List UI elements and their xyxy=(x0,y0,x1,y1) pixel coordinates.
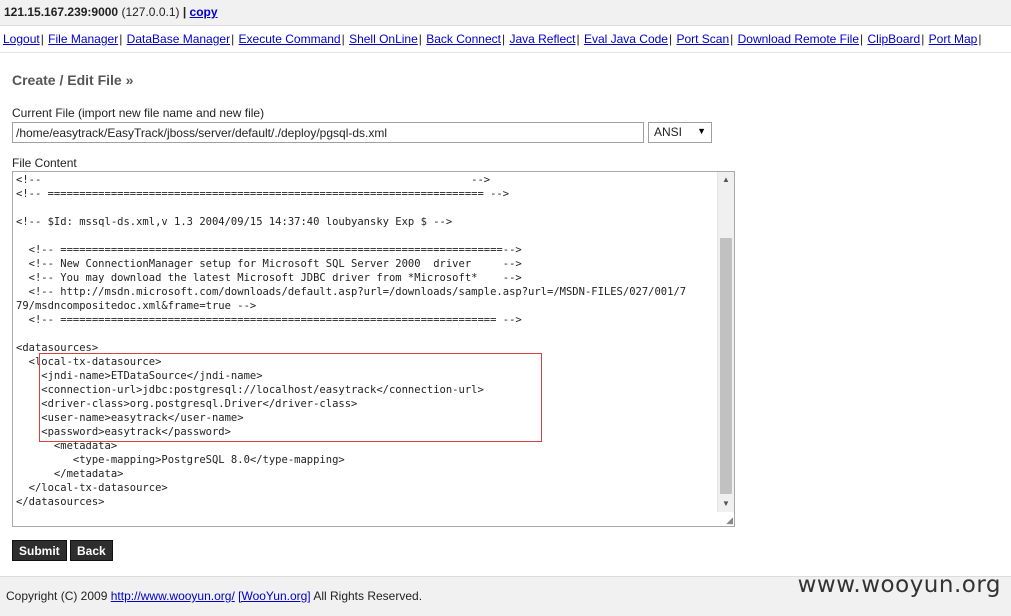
encoding-select[interactable]: ANSI ▼ xyxy=(648,122,712,143)
nav-separator: | xyxy=(341,32,345,46)
nav-java-reflect[interactable]: Java Reflect xyxy=(509,32,575,46)
nav-port-scan[interactable]: Port Scan xyxy=(676,32,729,46)
top-bar: 121.15.167.239:9000 (127.0.0.1) | copy xyxy=(0,0,1011,26)
footer-rights: All Rights Reserved. xyxy=(313,589,423,603)
page-title: Create / Edit File » xyxy=(12,72,134,88)
nav-separator: | xyxy=(978,32,982,46)
file-content-text[interactable]: <!-- --> <!-- ==========================… xyxy=(16,173,716,509)
footer-link-wooyun-org[interactable]: [WooYun.org] xyxy=(238,589,311,603)
nav-database-manager[interactable]: DataBase Manager xyxy=(127,32,230,46)
nav-execute-command[interactable]: Execute Command xyxy=(239,32,341,46)
watermark: www.wooyun.org xyxy=(797,572,1001,598)
footer-copyright: Copyright (C) 2009 xyxy=(6,589,108,603)
nav-separator: | xyxy=(730,32,734,46)
nav-shell-online[interactable]: Shell OnLine xyxy=(349,32,418,46)
copy-link[interactable]: copy xyxy=(190,5,218,19)
resize-grip-icon[interactable]: ◢ xyxy=(723,515,733,525)
scroll-thumb[interactable] xyxy=(720,238,732,494)
encoding-value: ANSI xyxy=(654,125,683,139)
nav-port-map[interactable]: Port Map xyxy=(929,32,978,46)
nav-separator: | xyxy=(668,32,673,46)
scroll-down-icon[interactable]: ▼ xyxy=(718,496,734,512)
dropdown-arrow-icon: ▼ xyxy=(697,126,706,136)
current-file-label: Current File (import new file name and n… xyxy=(12,106,265,120)
vertical-scrollbar[interactable]: ▲ ▼ xyxy=(717,172,734,512)
nav-clipboard[interactable]: ClipBoard xyxy=(867,32,920,46)
nav-separator: | xyxy=(860,32,864,46)
nav-separator: | xyxy=(576,32,580,46)
topbar-separator: | xyxy=(182,5,187,19)
file-content-label: File Content xyxy=(12,156,77,170)
nav-back-connect[interactable]: Back Connect xyxy=(426,32,501,46)
nav-eval-java-code[interactable]: Eval Java Code xyxy=(584,32,668,46)
server-address: 121.15.167.239:9000 xyxy=(4,5,119,19)
nav-separator: | xyxy=(119,32,123,46)
nav-separator: | xyxy=(921,32,925,46)
nav-download-remote-file[interactable]: Download Remote File xyxy=(738,32,859,46)
nav-separator: | xyxy=(40,32,44,46)
main-nav: Logout| File Manager| DataBase Manager| … xyxy=(0,27,1011,53)
file-content-editor[interactable]: <!-- --> <!-- ==========================… xyxy=(12,171,735,527)
submit-button[interactable]: Submit xyxy=(12,540,67,561)
nav-logout[interactable]: Logout xyxy=(3,32,40,46)
local-address: (127.0.0.1) xyxy=(121,5,180,19)
nav-separator: | xyxy=(231,32,235,46)
scroll-up-icon[interactable]: ▲ xyxy=(718,172,734,188)
back-button[interactable]: Back xyxy=(70,540,113,561)
nav-file-manager[interactable]: File Manager xyxy=(48,32,118,46)
nav-separator: | xyxy=(418,32,422,46)
footer-link-wooyun[interactable]: http://www.wooyun.org/ xyxy=(111,589,235,603)
current-file-input[interactable] xyxy=(12,122,644,143)
nav-separator: | xyxy=(501,32,506,46)
